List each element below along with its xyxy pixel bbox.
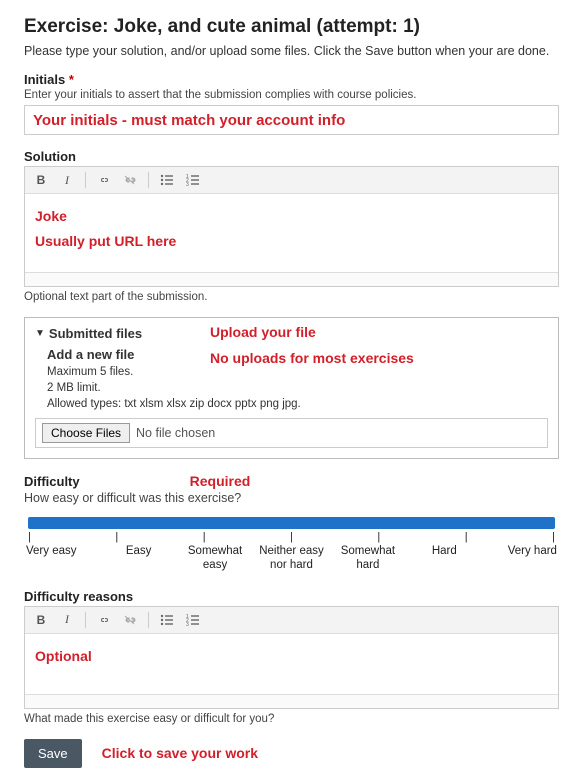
slider-label: Somewhat easy [177, 543, 253, 575]
difficulty-help: How easy or difficult was this exercise? [24, 491, 559, 505]
collapse-triangle-icon[interactable]: ▼ [35, 328, 45, 339]
slider-label: Neither easy nor hard [253, 543, 329, 575]
solution-line: Joke [35, 204, 548, 229]
required-star-icon: * [69, 72, 74, 87]
solution-label: Solution [24, 149, 559, 164]
initials-input[interactable] [24, 105, 559, 135]
slider-ticks: ||||||| [28, 531, 555, 543]
italic-button[interactable]: I [57, 611, 77, 629]
toolbar-separator [85, 612, 86, 628]
reasons-editor[interactable]: B I 123 Optional [24, 606, 559, 709]
slider-labels: Very easy Easy Somewhat easy Neither eas… [24, 543, 559, 575]
slider-label: Easy [100, 543, 176, 575]
initials-label: Initials * [24, 72, 559, 87]
solution-line: Usually put URL here [35, 229, 548, 254]
editor-toolbar: B I 123 [25, 607, 558, 634]
slider-label: Somewhat hard [330, 543, 406, 575]
initials-label-text: Initials [24, 72, 65, 87]
bullet-list-icon[interactable] [157, 611, 177, 629]
initials-help: Enter your initials to assert that the s… [24, 89, 559, 101]
upload-annotation: Upload your file [210, 324, 316, 340]
svg-text:3: 3 [186, 182, 189, 186]
difficulty-slider[interactable] [28, 517, 555, 529]
link-icon[interactable] [94, 611, 114, 629]
slider-label: Very easy [24, 543, 100, 575]
reasons-label: Difficulty reasons [24, 589, 559, 604]
save-button[interactable]: Save [24, 739, 82, 768]
bullet-list-icon[interactable] [157, 171, 177, 189]
no-file-chosen-text: No file chosen [136, 426, 215, 440]
reasons-line: Optional [35, 644, 548, 669]
editor-resize-handle[interactable] [25, 272, 558, 286]
page-title: Exercise: Joke, and cute animal (attempt… [24, 16, 559, 38]
editor-resize-handle[interactable] [25, 694, 558, 708]
required-annotation: Required [190, 473, 251, 489]
unlink-icon[interactable] [120, 611, 140, 629]
reasons-body[interactable]: Optional [25, 634, 558, 694]
slider-label: Hard [406, 543, 482, 575]
choose-files-button[interactable]: Choose Files [42, 423, 130, 443]
solution-body[interactable]: Joke Usually put URL here [25, 194, 558, 272]
submitted-files-box: ▼ Submitted files Upload your file No up… [24, 317, 559, 459]
page-intro: Please type your solution, and/or upload… [24, 44, 559, 58]
number-list-icon[interactable]: 123 [183, 171, 203, 189]
link-icon[interactable] [94, 171, 114, 189]
slider-label: Very hard [483, 543, 559, 575]
max-files-text: Maximum 5 files. [47, 364, 548, 380]
unlink-icon[interactable] [120, 171, 140, 189]
reasons-caption: What made this exercise easy or difficul… [24, 713, 559, 725]
file-input-row: Choose Files No file chosen [35, 418, 548, 448]
difficulty-label: Difficulty [24, 474, 80, 489]
toolbar-separator [85, 172, 86, 188]
size-limit-text: 2 MB limit. [47, 380, 548, 396]
toolbar-separator [148, 172, 149, 188]
number-list-icon[interactable]: 123 [183, 611, 203, 629]
bold-button[interactable]: B [31, 171, 51, 189]
bold-button[interactable]: B [31, 611, 51, 629]
italic-button[interactable]: I [57, 171, 77, 189]
svg-text:3: 3 [186, 622, 189, 626]
solution-caption: Optional text part of the submission. [24, 291, 559, 303]
editor-toolbar: B I 123 [25, 167, 558, 194]
allowed-types-text: Allowed types: txt xlsm xlsx zip docx pp… [47, 396, 548, 412]
toolbar-separator [148, 612, 149, 628]
solution-editor[interactable]: B I 123 Joke Usually put URL here [24, 166, 559, 287]
submitted-files-title: Submitted files [49, 326, 142, 341]
upload-annotation-2: No uploads for most exercises [210, 350, 414, 366]
